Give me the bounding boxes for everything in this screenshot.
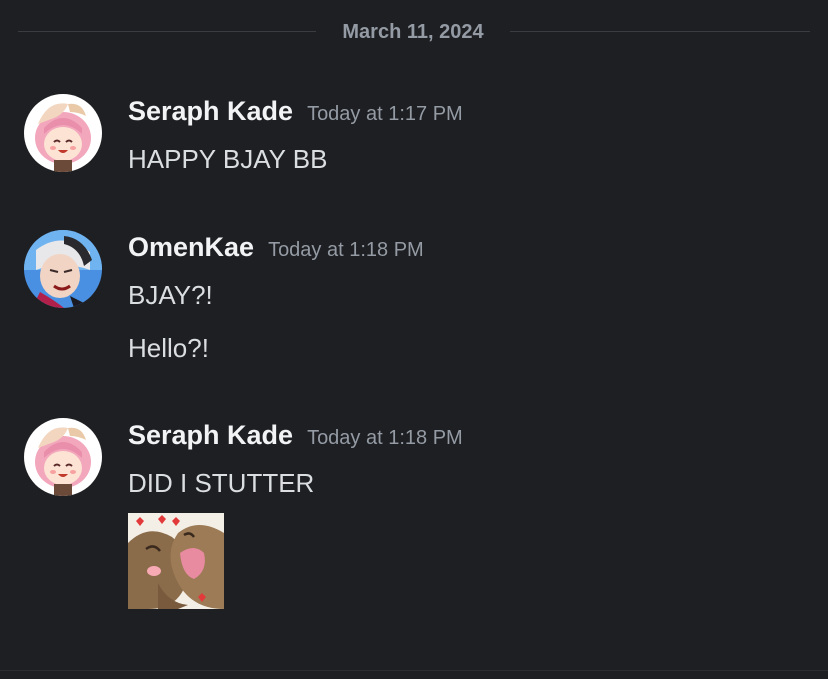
username[interactable]: Seraph Kade <box>128 96 293 126</box>
avatar[interactable] <box>24 418 102 496</box>
message-header: Seraph Kade Today at 1:18 PM <box>128 420 463 454</box>
message-text: HAPPY BJAY BB <box>128 144 328 174</box>
divider-line-right <box>510 31 810 32</box>
bottom-divider <box>0 670 828 671</box>
avatar[interactable] <box>24 230 102 308</box>
username[interactable]: OmenKae <box>128 232 254 262</box>
message-text: DID I STUTTER <box>128 468 315 498</box>
timestamp[interactable]: Today at 1:17 PM <box>307 103 463 125</box>
message-header: OmenKae Today at 1:18 PM <box>128 232 424 266</box>
timestamp[interactable]: Today at 1:18 PM <box>268 239 424 261</box>
date-divider-label: March 11, 2024 <box>342 21 484 43</box>
hug-sticker[interactable] <box>128 513 224 609</box>
date-divider: March 11, 2024 <box>18 18 810 46</box>
username[interactable]: Seraph Kade <box>128 420 293 450</box>
message-header: Seraph Kade Today at 1:17 PM <box>128 96 463 130</box>
timestamp[interactable]: Today at 1:18 PM <box>307 427 463 449</box>
message-text: Hello?! <box>128 333 209 363</box>
avatar[interactable] <box>24 94 102 172</box>
divider-line-left <box>18 31 316 32</box>
message-text: BJAY?! <box>128 280 213 310</box>
